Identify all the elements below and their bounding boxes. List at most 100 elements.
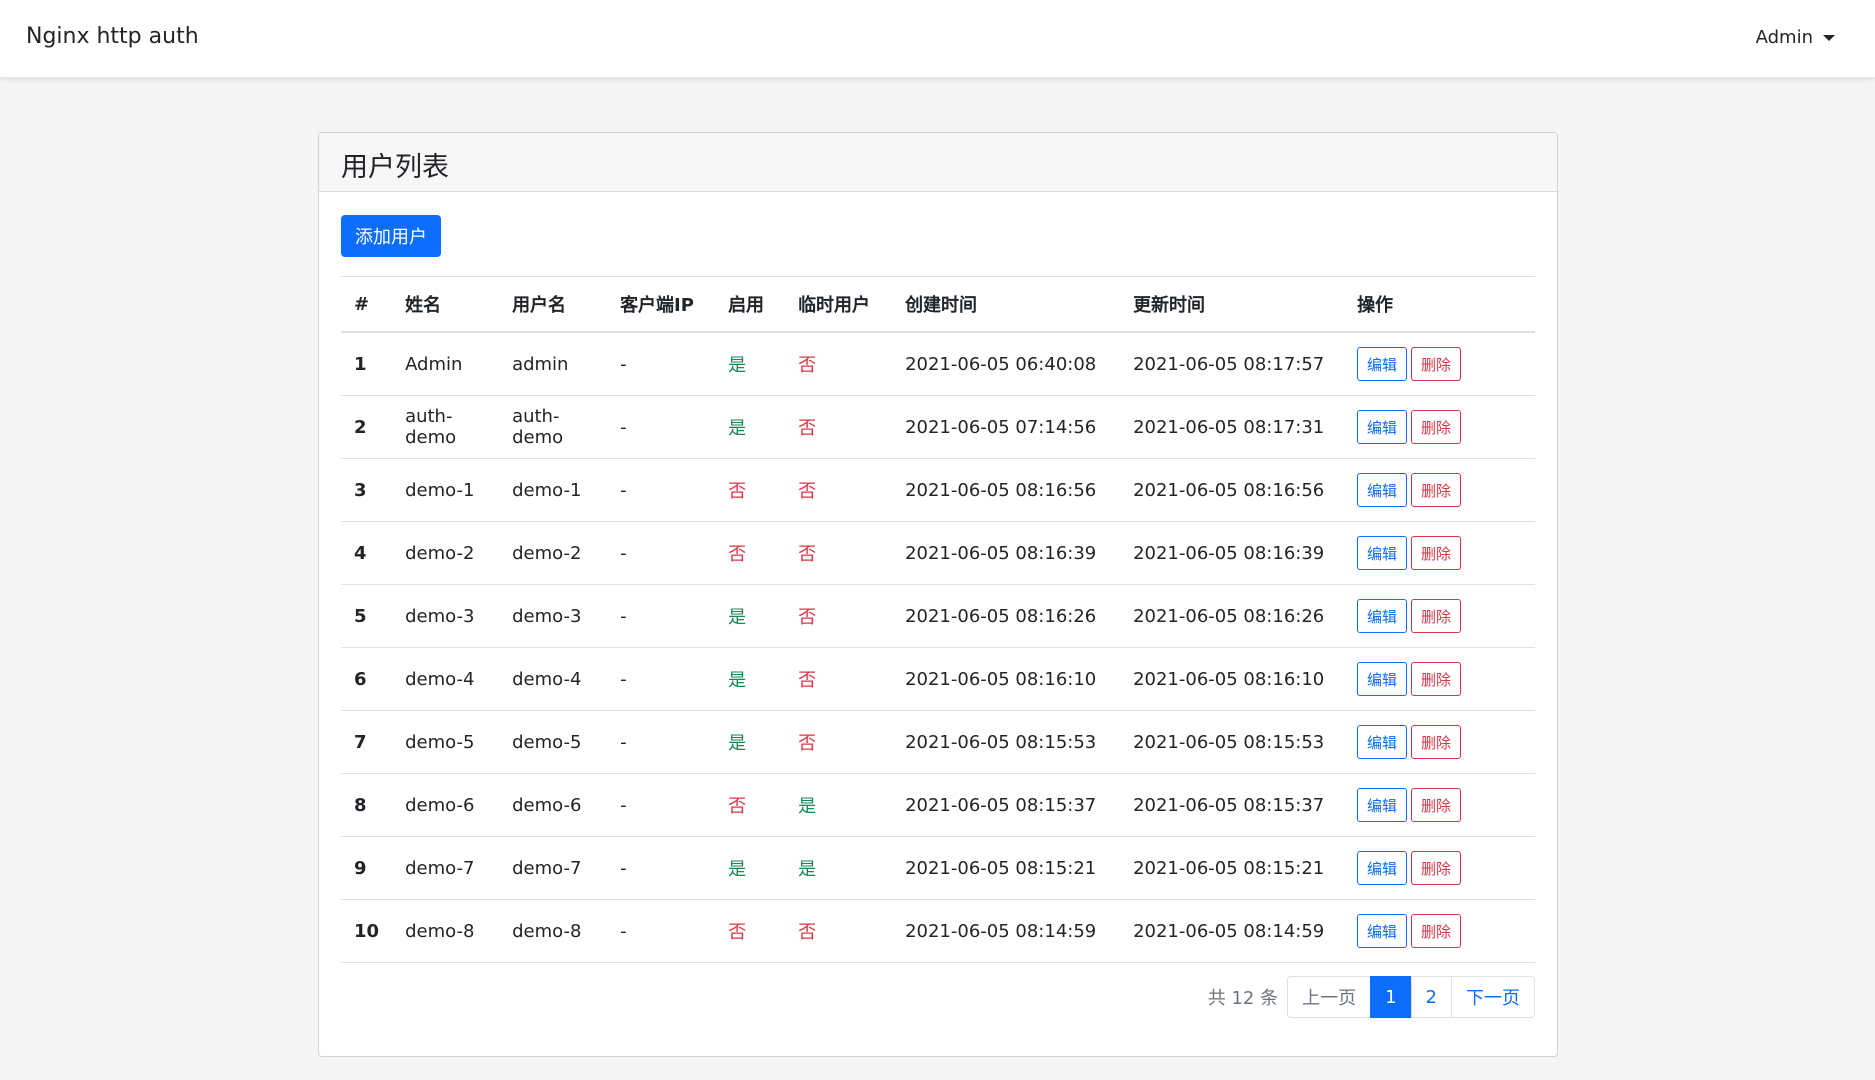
row-created-time: 2021-06-05 08:16:39: [892, 521, 1121, 585]
row-enabled: 否: [715, 773, 786, 837]
row-index: 7: [341, 710, 393, 774]
row-index: 3: [341, 458, 393, 522]
edit-button[interactable]: 编辑: [1357, 914, 1408, 948]
edit-button[interactable]: 编辑: [1357, 662, 1408, 696]
row-actions: 编辑 删除: [1344, 584, 1535, 648]
row-created-time: 2021-06-05 08:15:21: [892, 836, 1121, 900]
edit-button[interactable]: 编辑: [1357, 725, 1408, 759]
row-username: demo-6: [499, 773, 608, 837]
row-enabled: 是: [715, 836, 786, 900]
prev-page-button[interactable]: 上一页: [1287, 976, 1372, 1018]
add-user-button[interactable]: 添加用户: [341, 215, 441, 257]
column-header-username: 用户名: [499, 276, 608, 333]
row-temporary: 否: [785, 521, 893, 585]
row-username: demo-8: [499, 899, 608, 963]
edit-button[interactable]: 编辑: [1357, 851, 1408, 885]
row-temporary: 否: [785, 458, 893, 522]
table-row: 3 demo-1 demo-1- 否否 2021-06-05 08:16:56 2021-…: [341, 458, 1535, 522]
top-navbar: Nginx http auth Admin: [0, 0, 1875, 78]
row-index: 2: [341, 395, 393, 459]
row-client-ip: -: [607, 710, 716, 774]
row-updated-time: 2021-06-05 08:16:26: [1120, 584, 1345, 648]
row-updated-time: 2021-06-05 08:17:31: [1120, 395, 1345, 459]
delete-button[interactable]: 删除: [1411, 788, 1462, 822]
edit-button[interactable]: 编辑: [1357, 536, 1408, 570]
card-title: 用户列表: [319, 133, 1557, 192]
row-actions: 编辑 删除: [1344, 395, 1535, 459]
edit-button[interactable]: 编辑: [1357, 599, 1408, 633]
row-index: 5: [341, 584, 393, 648]
row-actions: 编辑 删除: [1344, 710, 1535, 774]
delete-button[interactable]: 删除: [1411, 725, 1462, 759]
row-username: demo-2: [499, 521, 608, 585]
row-name: demo-6: [392, 773, 500, 837]
user-name: Admin: [1755, 27, 1813, 48]
column-header-created: 创建时间: [892, 276, 1121, 333]
table-row: 4 demo-2 demo-2- 否否 2021-06-05 08:16:39 2021-…: [341, 521, 1535, 585]
chevron-down-icon: [1823, 34, 1835, 41]
row-created-time: 2021-06-05 08:16:26: [892, 584, 1121, 648]
delete-button[interactable]: 删除: [1411, 473, 1462, 507]
table-header-row: # 姓名 用户名 客户端IP 启用 临时用户 创建时间 更新时间 操作: [341, 276, 1535, 333]
row-client-ip: -: [607, 521, 716, 585]
edit-button[interactable]: 编辑: [1357, 410, 1408, 444]
table-row: 2 auth-demo auth-demo - 是否 2021-06-05 07:14:5…: [341, 395, 1535, 459]
row-name: demo-4: [392, 647, 500, 711]
table-row: 6 demo-4 demo-4- 是否 2021-06-05 08:16:10 2021-…: [341, 647, 1535, 711]
row-enabled: 是: [715, 332, 786, 396]
edit-button[interactable]: 编辑: [1357, 473, 1408, 507]
delete-button[interactable]: 删除: [1411, 410, 1462, 444]
brand-title[interactable]: Nginx http auth: [26, 24, 199, 49]
row-temporary: 否: [785, 584, 893, 648]
row-name: demo-8: [392, 899, 500, 963]
user-dropdown[interactable]: Admin: [1756, 27, 1835, 48]
delete-button[interactable]: 删除: [1411, 914, 1462, 948]
row-created-time: 2021-06-05 08:15:53: [892, 710, 1121, 774]
row-updated-time: 2021-06-05 08:17:57: [1120, 332, 1345, 396]
row-actions: 编辑 删除: [1344, 332, 1535, 396]
row-index: 6: [341, 647, 393, 711]
row-client-ip: -: [607, 773, 716, 837]
edit-button[interactable]: 编辑: [1357, 788, 1408, 822]
column-header-client-ip: 客户端IP: [607, 276, 716, 333]
row-enabled: 否: [715, 458, 786, 522]
delete-button[interactable]: 删除: [1411, 851, 1462, 885]
row-created-time: 2021-06-05 08:16:10: [892, 647, 1121, 711]
row-username: demo-7: [499, 836, 608, 900]
row-client-ip: -: [607, 899, 716, 963]
row-client-ip: -: [607, 332, 716, 396]
row-enabled: 是: [715, 395, 786, 459]
row-username: demo-5: [499, 710, 608, 774]
row-name: demo-7: [392, 836, 500, 900]
row-index: 8: [341, 773, 393, 837]
row-temporary: 是: [785, 773, 893, 837]
table-row: 10 demo-8 demo-8- 否否 2021-06-05 08:14:59 2021…: [341, 899, 1535, 963]
column-header-actions: 操作: [1344, 276, 1535, 333]
row-created-time: 2021-06-05 06:40:08: [892, 332, 1121, 396]
delete-button[interactable]: 删除: [1411, 347, 1462, 381]
row-created-time: 2021-06-05 07:14:56: [892, 395, 1121, 459]
delete-button[interactable]: 删除: [1411, 599, 1462, 633]
row-temporary: 否: [785, 647, 893, 711]
row-username: demo-1: [499, 458, 608, 522]
row-name: demo-2: [392, 521, 500, 585]
row-actions: 编辑 删除: [1344, 773, 1535, 837]
delete-button[interactable]: 删除: [1411, 662, 1462, 696]
row-name: auth-demo: [392, 395, 500, 459]
row-created-time: 2021-06-05 08:15:37: [892, 773, 1121, 837]
page-2-button[interactable]: 2: [1410, 976, 1452, 1018]
next-page-button[interactable]: 下一页: [1451, 976, 1535, 1018]
user-table: # 姓名 用户名 客户端IP 启用 临时用户 创建时间 更新时间 操作 1 Adm…: [341, 276, 1535, 963]
row-enabled: 是: [715, 710, 786, 774]
delete-button[interactable]: 删除: [1411, 536, 1462, 570]
edit-button[interactable]: 编辑: [1357, 347, 1408, 381]
user-list-card: 用户列表 添加用户 # 姓名 用户名 客户端IP 启用 临时用户 创建时间 更新…: [318, 132, 1558, 1057]
row-name: demo-3: [392, 584, 500, 648]
row-username: demo-4: [499, 647, 608, 711]
row-client-ip: -: [607, 647, 716, 711]
table-row: 5 demo-3 demo-3- 是否 2021-06-05 08:16:26 2021-…: [341, 584, 1535, 648]
row-client-ip: -: [607, 458, 716, 522]
page-1-button[interactable]: 1: [1370, 976, 1412, 1018]
row-index: 10: [341, 899, 393, 963]
row-updated-time: 2021-06-05 08:16:56: [1120, 458, 1345, 522]
